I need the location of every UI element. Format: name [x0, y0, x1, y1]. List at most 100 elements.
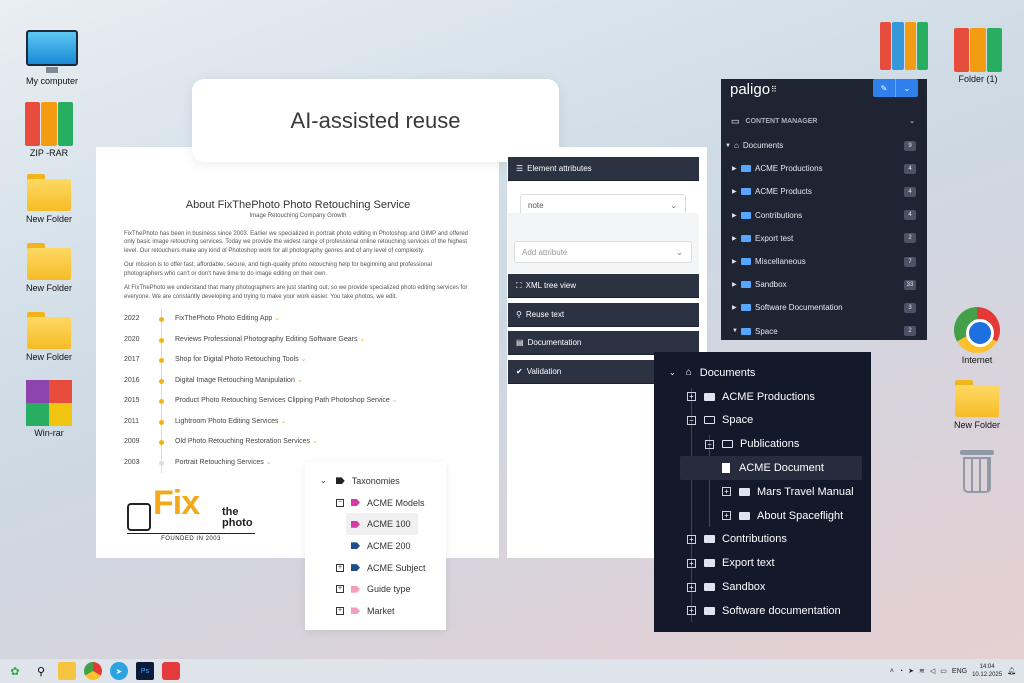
- tree-item-selected[interactable]: ACME Document: [680, 456, 862, 480]
- network-icon[interactable]: ◔: [899, 668, 903, 675]
- send-icon[interactable]: ➤: [908, 667, 914, 675]
- timeline-row[interactable]: 2011 Lightroom Photo Editing Services ⌄: [124, 411, 472, 433]
- paligo-item[interactable]: ▶ Miscellaneous 7: [721, 250, 927, 273]
- timeline-text: Product Photo Retouching Services Clippi…: [175, 397, 390, 404]
- paligo-item[interactable]: ▶ Contributions 4: [721, 204, 927, 227]
- timeline-row[interactable]: 2009 Old Photo Retouching Restoration Ser…: [124, 432, 472, 453]
- section-label: XML tree view: [525, 281, 576, 290]
- paligo-item[interactable]: ▶ Sandbox 33: [721, 273, 927, 296]
- desktop-icon-my-computer[interactable]: My computer: [17, 30, 87, 86]
- edit-icon[interactable]: ✎: [873, 79, 895, 97]
- desktop-icon-new-folder-right[interactable]: New Folder: [942, 378, 1012, 430]
- clock[interactable]: 14:04 10.12.2025: [972, 663, 1002, 679]
- app-icon[interactable]: [162, 662, 180, 680]
- home-icon: ⌂: [734, 141, 739, 151]
- expand-icon[interactable]: +: [722, 487, 731, 497]
- tree-item[interactable]: − Publications: [654, 432, 871, 456]
- expand-icon[interactable]: +: [336, 606, 344, 615]
- taxonomy-item[interactable]: + Guide type: [305, 578, 446, 600]
- desktop-icon-new-folder-2[interactable]: New Folder: [14, 241, 84, 293]
- collapse-icon[interactable]: −: [336, 498, 344, 507]
- binders-icon: [954, 28, 1002, 72]
- tree-item[interactable]: + Sandbox: [654, 575, 871, 599]
- expand-icon[interactable]: +: [336, 563, 344, 572]
- reuse-text-button[interactable]: ⚲ Reuse text: [508, 303, 699, 327]
- search-icon[interactable]: ⚲: [32, 662, 50, 680]
- paligo-item[interactable]: ▼ Space 2: [721, 320, 927, 341]
- expand-icon[interactable]: +: [722, 511, 731, 521]
- tree-item[interactable]: + About Spaceflight: [654, 504, 871, 528]
- tree-item[interactable]: + Software documentation: [654, 599, 871, 623]
- folder-icon: [953, 378, 1001, 418]
- paligo-item[interactable]: ▶ Software Documentation 3: [721, 296, 927, 319]
- timeline-row[interactable]: 2015 Product Photo Retouching Services Cl…: [124, 391, 472, 412]
- collapse-icon[interactable]: −: [687, 415, 696, 425]
- xml-tree-view-button[interactable]: ⛶ XML tree view: [508, 274, 699, 298]
- desktop-icon-folder-1[interactable]: Folder (1): [943, 28, 1013, 84]
- expand-icon[interactable]: +: [687, 582, 696, 592]
- expand-icon[interactable]: +: [336, 585, 344, 594]
- timeline-row[interactable]: 2016 Digital Image Retouching Manipulatio…: [124, 370, 472, 392]
- new-button-group[interactable]: ✎ ⌄: [873, 79, 918, 97]
- wifi-icon[interactable]: ≋: [919, 667, 925, 675]
- collapse-icon[interactable]: −: [705, 439, 714, 449]
- timeline-text: Portrait Retouching Services: [175, 458, 264, 466]
- desktop-icon-new-folder-3[interactable]: New Folder: [14, 310, 84, 362]
- tree-item[interactable]: + Contributions: [654, 528, 871, 552]
- content-manager-header[interactable]: ▭ CONTENT MANAGER ⌄: [721, 108, 927, 134]
- clock-date: 10.12.2025: [972, 672, 1003, 678]
- desktop-icon-label: Win-rar: [34, 428, 64, 438]
- tree-item[interactable]: + Mars Travel Manual: [654, 480, 871, 504]
- add-attribute-input[interactable]: Add attribute ⌄: [514, 241, 692, 263]
- taxonomy-item[interactable]: − ACME Models: [305, 492, 446, 514]
- element-attributes-header[interactable]: ☰ Element attributes: [508, 157, 699, 181]
- chevron-down-icon: ⌄: [359, 335, 366, 343]
- photoshop-icon[interactable]: Ps: [136, 662, 154, 680]
- row-label: Space: [755, 326, 778, 336]
- timeline-row[interactable]: 2020 Reviews Professional Photography Edi…: [124, 329, 472, 351]
- taxonomy-item[interactable]: + Market: [305, 600, 446, 622]
- desktop-icon-zip-rar[interactable]: ZIP -RAR: [14, 102, 84, 158]
- paligo-item[interactable]: ▶ ACME Productions 4: [721, 157, 927, 180]
- timeline-text: Lightroom Photo Editing Services: [175, 417, 279, 425]
- paligo-root-documents[interactable]: ▼ ⌂ Documents 9: [721, 134, 927, 157]
- language-indicator[interactable]: ENG: [952, 668, 967, 675]
- timeline-row[interactable]: 2017 Shop for Digital Photo Retouching To…: [124, 350, 472, 371]
- desktop-icon-binders[interactable]: [869, 22, 939, 70]
- telegram-icon[interactable]: ➤: [110, 662, 128, 680]
- chevron-up-icon[interactable]: ˄: [890, 668, 894, 675]
- folder-icon: [25, 172, 73, 212]
- desktop-icon-winrar[interactable]: Win-rar: [14, 380, 84, 438]
- chevron-down-icon: ⌄: [312, 438, 318, 445]
- volume-icon[interactable]: ◁: [930, 667, 935, 675]
- notification-icon[interactable]: 🔔︎: [1007, 667, 1016, 675]
- caret-down-icon: ▼: [725, 142, 731, 149]
- start-icon[interactable]: ✿: [6, 662, 24, 680]
- desktop-icon-internet[interactable]: Internet: [942, 307, 1012, 365]
- chrome-icon[interactable]: [84, 662, 102, 680]
- expand-icon[interactable]: +: [687, 392, 696, 402]
- desktop-icon-recycle-bin[interactable]: [942, 448, 1012, 494]
- taxonomy-item-selected[interactable]: ACME 100: [346, 513, 418, 536]
- caret-down-icon: ▼: [732, 328, 738, 335]
- list-icon: ☰: [516, 164, 524, 173]
- tree-root-documents[interactable]: ⌄ ⌂ Documents: [654, 361, 871, 385]
- paligo-item[interactable]: ▶ Export test 2: [721, 227, 927, 250]
- timeline-row[interactable]: 2022 FixThePhoto Photo Editing App ⌄: [124, 309, 472, 330]
- file-explorer-icon[interactable]: [58, 662, 76, 680]
- tree-item[interactable]: − Space: [654, 409, 871, 433]
- expand-icon[interactable]: +: [687, 534, 696, 544]
- taxonomies-root[interactable]: ⌄ Taxonomies: [305, 470, 446, 492]
- expand-icon[interactable]: +: [687, 558, 696, 568]
- taxonomy-item[interactable]: ACME 200: [305, 535, 446, 557]
- paligo-item[interactable]: ▶ ACME Products 4: [721, 180, 927, 203]
- expand-icon[interactable]: +: [687, 606, 696, 616]
- tree-item[interactable]: + Export text: [654, 551, 871, 575]
- count-badge: 3: [904, 302, 916, 313]
- desktop-icon-label: New Folder: [953, 420, 1000, 430]
- taxonomy-item[interactable]: + ACME Subject: [305, 557, 446, 579]
- chevron-down-icon[interactable]: ⌄: [895, 79, 918, 97]
- tree-item[interactable]: + ACME Productions: [654, 385, 871, 409]
- battery-icon[interactable]: ▭: [940, 667, 947, 675]
- desktop-icon-new-folder-1[interactable]: New Folder: [14, 172, 84, 224]
